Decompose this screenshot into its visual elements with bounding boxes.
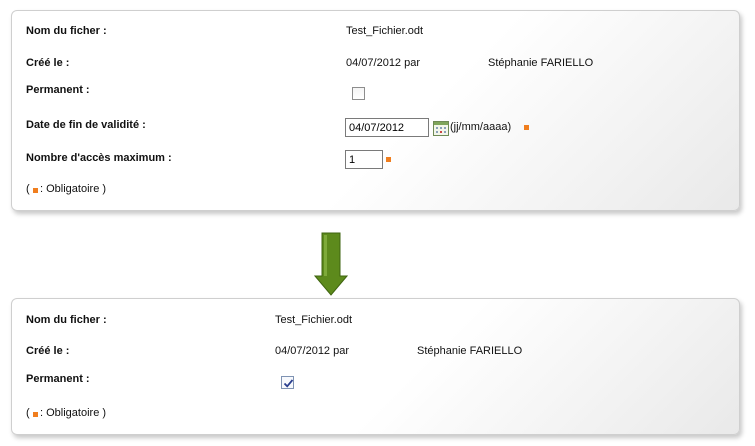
permanent-label: Permanent :: [26, 373, 90, 385]
created-label: Créé le :: [26, 345, 70, 357]
created-label: Créé le :: [26, 57, 70, 69]
created-date: 04/07/2012 par: [275, 345, 350, 357]
created-by: Stéphanie FARIELLO: [417, 345, 523, 357]
end-date-label: Date de fin de validité :: [26, 119, 146, 131]
date-format-hint: (jj/mm/aaaa): [450, 121, 512, 133]
checkmark-icon: [283, 379, 294, 388]
file-name-value: Test_Fichier.odt: [275, 314, 353, 326]
file-name-label: Nom du ficher :: [26, 314, 107, 326]
end-date-input[interactable]: [345, 118, 429, 137]
required-marker: [33, 412, 38, 417]
created-by: Stéphanie FARIELLO: [488, 57, 594, 69]
file-name-value: Test_Fichier.odt: [346, 25, 424, 37]
required-legend-open: (: [26, 407, 30, 419]
permanent-checkbox[interactable]: [352, 87, 365, 100]
arrow-down-icon: [314, 232, 348, 296]
file-properties-panel-after: Nom du ficher : Test_Fichier.odt Créé le…: [11, 298, 740, 435]
required-marker: [386, 157, 391, 162]
max-access-label: Nombre d'accès maximum :: [26, 152, 172, 164]
required-legend: : Obligatoire ): [40, 183, 107, 195]
calendar-icon[interactable]: [433, 120, 449, 136]
created-date: 04/07/2012 par: [346, 57, 421, 69]
file-properties-panel-before: Nom du ficher : Test_Fichier.odt Créé le…: [11, 10, 740, 211]
required-marker: [524, 125, 529, 130]
required-legend: : Obligatoire ): [40, 407, 107, 419]
max-access-input[interactable]: [345, 150, 383, 169]
permanent-checkbox[interactable]: [281, 376, 294, 389]
required-marker: [33, 188, 38, 193]
required-legend-open: (: [26, 183, 30, 195]
permanent-label: Permanent :: [26, 84, 90, 96]
file-name-label: Nom du ficher :: [26, 25, 107, 37]
